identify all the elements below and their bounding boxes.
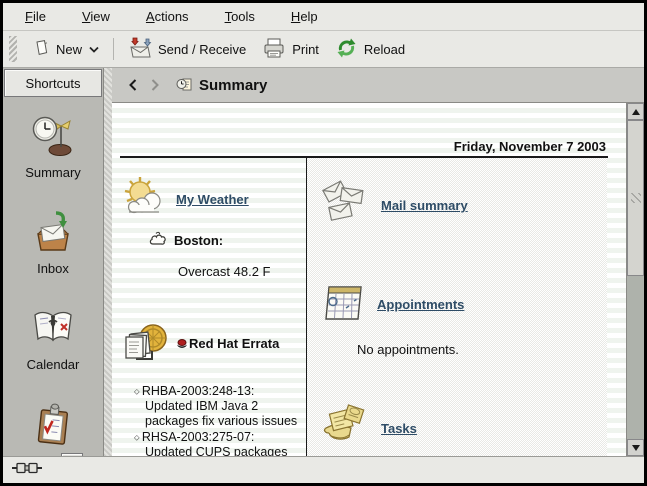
- chevron-right-icon: [149, 78, 161, 92]
- weather-icon: [122, 174, 168, 225]
- toolbar: New Send / Receive: [3, 31, 644, 68]
- appointments-section-header: Appointments: [321, 279, 607, 330]
- sidebar-item-summary[interactable]: Summary: [25, 114, 81, 180]
- summary-left-column: My Weather Boston:: [120, 158, 307, 456]
- thumb-grip-icon: [631, 193, 641, 203]
- errata-item[interactable]: RHSA-2003:275-07: Updated CUPS packages …: [134, 430, 300, 456]
- chevron-left-icon: [127, 78, 139, 92]
- status-bar: [3, 456, 644, 483]
- toolbar-separator: [113, 38, 114, 60]
- shortcut-list: Summary: [3, 98, 103, 456]
- forward-button[interactable]: [144, 74, 166, 96]
- summary-icon: [30, 114, 76, 163]
- arrow-down-icon: [632, 445, 640, 451]
- reload-button[interactable]: Reload: [327, 34, 413, 65]
- new-button[interactable]: New: [24, 36, 108, 63]
- mail-summary-link[interactable]: Mail summary: [381, 198, 468, 213]
- summary-content: Friday, November 7 2003: [112, 103, 626, 456]
- shortcuts-group-button[interactable]: Shortcuts: [4, 69, 102, 97]
- scroll-down-button[interactable]: [627, 439, 644, 456]
- cloud-icon: [148, 231, 168, 250]
- tasks-notes-icon: [321, 403, 369, 454]
- scroll-up-button[interactable]: [627, 103, 644, 120]
- mail-summary-icon: [321, 180, 369, 231]
- menu-bar: File View Actions Tools Help: [3, 3, 644, 31]
- print-button[interactable]: Print: [254, 34, 327, 65]
- scrollbar-thumb[interactable]: [627, 120, 644, 276]
- send-receive-icon: [127, 37, 152, 62]
- main-area: Shortcuts: [3, 68, 644, 456]
- weather-section-header: My Weather: [122, 158, 306, 225]
- tasks-icon: [30, 402, 76, 451]
- calendar-icon: [30, 306, 76, 355]
- sidebar-item-tasks[interactable]: Tasks: [23, 402, 83, 456]
- errata-section-header: Red Hat Errata: [122, 323, 306, 376]
- weather-location: Boston:: [174, 233, 223, 248]
- menu-tools[interactable]: Tools: [207, 4, 273, 29]
- vertical-scrollbar: [626, 103, 644, 456]
- toolbar-grip[interactable]: [9, 36, 17, 62]
- sidebar-item-inbox[interactable]: Inbox: [30, 210, 76, 276]
- menu-view[interactable]: View: [64, 4, 128, 29]
- summary-panel: Summary Friday, November 7 2003: [112, 68, 644, 456]
- scrollbar-track[interactable]: [627, 276, 644, 439]
- red-hat-network-icon: [122, 323, 172, 376]
- pane-splitter[interactable]: [104, 68, 112, 456]
- arrow-up-icon: [632, 109, 640, 115]
- date-heading: Friday, November 7 2003: [120, 103, 608, 158]
- menu-actions[interactable]: Actions: [128, 4, 207, 29]
- send-receive-button[interactable]: Send / Receive: [119, 34, 254, 65]
- back-button[interactable]: [122, 74, 144, 96]
- summary-right-column: Mail summary: [307, 158, 607, 456]
- appointments-status: No appointments.: [357, 342, 607, 357]
- menu-help[interactable]: Help: [273, 4, 336, 29]
- errata-item[interactable]: RHBA-2003:248-13: Updated IBM Java 2 pac…: [134, 384, 300, 429]
- new-document-icon: [32, 39, 50, 60]
- new-dropdown-chevron-icon[interactable]: [88, 45, 100, 54]
- online-status-icon[interactable]: [12, 461, 46, 480]
- reload-icon: [335, 37, 358, 62]
- errata-list: RHBA-2003:248-13: Updated IBM Java 2 pac…: [134, 384, 300, 456]
- evolution-window: File View Actions Tools Help New: [0, 0, 647, 486]
- appointments-icon: [321, 279, 367, 330]
- errata-title: Red Hat Errata: [176, 336, 279, 351]
- sidebar-item-calendar[interactable]: Calendar: [27, 306, 80, 372]
- inbox-icon: [30, 210, 76, 259]
- weather-conditions: Overcast 48.2 F: [178, 264, 306, 279]
- tasks-link[interactable]: Tasks: [381, 421, 417, 436]
- folder-title-bar: Summary: [112, 68, 644, 103]
- page-title: Summary: [176, 77, 267, 94]
- mail-section-header: Mail summary: [321, 158, 607, 231]
- tasks-section-header: Tasks: [321, 403, 607, 454]
- shortcut-bar: Shortcuts: [3, 68, 104, 456]
- appointments-link[interactable]: Appointments: [377, 297, 464, 312]
- summary-title-icon: [176, 77, 193, 93]
- red-hat-icon: [176, 338, 188, 349]
- print-icon: [262, 37, 286, 62]
- menu-file[interactable]: File: [7, 4, 64, 29]
- my-weather-link[interactable]: My Weather: [176, 192, 249, 207]
